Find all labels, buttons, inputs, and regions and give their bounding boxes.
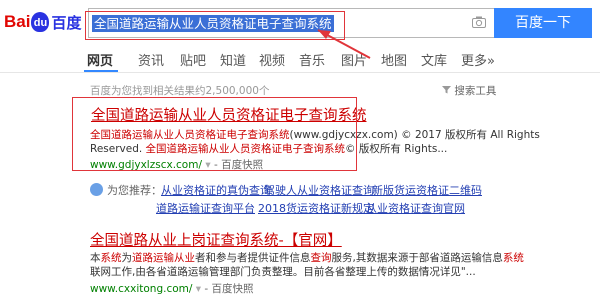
result2-url-line: www.cxxitong.com/ ▾ - 百度快照 (90, 283, 254, 295)
tab-zhidao[interactable]: 知道 (220, 50, 246, 69)
tab-video[interactable]: 视频 (259, 50, 285, 69)
result1-snippet-text3: © 版权所有 Rights... (345, 143, 448, 155)
result2-snippet-text: 服务,其数据来源于部省道路运输信息 (331, 252, 503, 264)
logo-text-bai: Bai (4, 12, 31, 31)
result2-snippet-text: 者和参与者提供证件信息 (195, 252, 311, 264)
tab-music[interactable]: 音乐 (299, 50, 325, 69)
result2-snippet-highlight: 道路运输从业 (132, 252, 195, 264)
tab-tieba[interactable]: 贴吧 (180, 50, 206, 69)
logo-text-cn: 百度 (51, 13, 82, 32)
result2-snippet-line2: 联网工作,由各省道路运输管理部门负责整理。目前各省整理上传的数据情况详见"... (90, 266, 476, 278)
filter-icon (442, 86, 451, 94)
camera-icon[interactable] (472, 16, 486, 28)
result2-snippet-highlight: 查询 (310, 252, 332, 264)
recommend-link-3[interactable]: 新版货运资格证二维码 (372, 182, 482, 198)
recommend-link-4[interactable]: 道路运输证查询平台 (156, 200, 255, 216)
active-tab-indicator (84, 70, 118, 72)
search-button[interactable]: 百度一下 (494, 8, 592, 38)
result2-snapshot-link[interactable]: 百度快照 (212, 283, 254, 295)
annotation-box-result (72, 97, 357, 171)
search-tools-button[interactable]: 搜索工具 (442, 83, 496, 98)
recommend-icon (90, 183, 103, 196)
tab-news[interactable]: 资讯 (138, 50, 164, 69)
search-tools-label: 搜索工具 (454, 85, 497, 97)
result-count: 百度为您找到相关结果约2,500,000个 (90, 85, 270, 97)
result2-snippet-highlight: 系统 (502, 252, 524, 264)
result2-title-link[interactable]: 全国道路从业上岗证查询系统-【官网】 (90, 229, 342, 250)
recommend-link-5[interactable]: 2018货运资格证新规定 (258, 200, 374, 216)
recommend-link-1[interactable]: 从业资格证的真伪查询 (161, 182, 271, 198)
tab-wenku[interactable]: 文库 (421, 50, 447, 69)
recommend-label: 为您推荐： (107, 184, 162, 197)
tab-more[interactable]: 更多» (461, 50, 495, 69)
result2-snippet-line1: 本系统为道路运输从业者和参与者提供证件信息查询服务,其数据来源于部省道路运输信息… (90, 250, 524, 265)
tab-map[interactable]: 地图 (381, 50, 407, 69)
chevron-down-icon[interactable]: ▾ (196, 283, 201, 295)
recommend-link-2[interactable]: 驾驶人从业资格证查询 (264, 182, 374, 198)
result2-snippet-highlight: 系统 (100, 252, 122, 264)
paw-icon: du (31, 12, 50, 32)
result2-url[interactable]: www.cxxitong.com/ (90, 283, 192, 295)
tab-images[interactable]: 图片 (341, 50, 367, 69)
result2-snippet-text: 为 (121, 252, 133, 264)
annotation-box-query (85, 11, 345, 40)
recommend-link-6[interactable]: 从业资格证查询官网 (366, 200, 465, 216)
result2-snippet-text: 本 (90, 252, 101, 264)
tab-webpage[interactable]: 网页 (87, 50, 113, 69)
baidu-logo[interactable]: Bai du 百度 (4, 9, 81, 35)
search-tabs: 网页 资讯 贴吧 知道 视频 音乐 图片 地图 文库 更多» (0, 44, 600, 73)
